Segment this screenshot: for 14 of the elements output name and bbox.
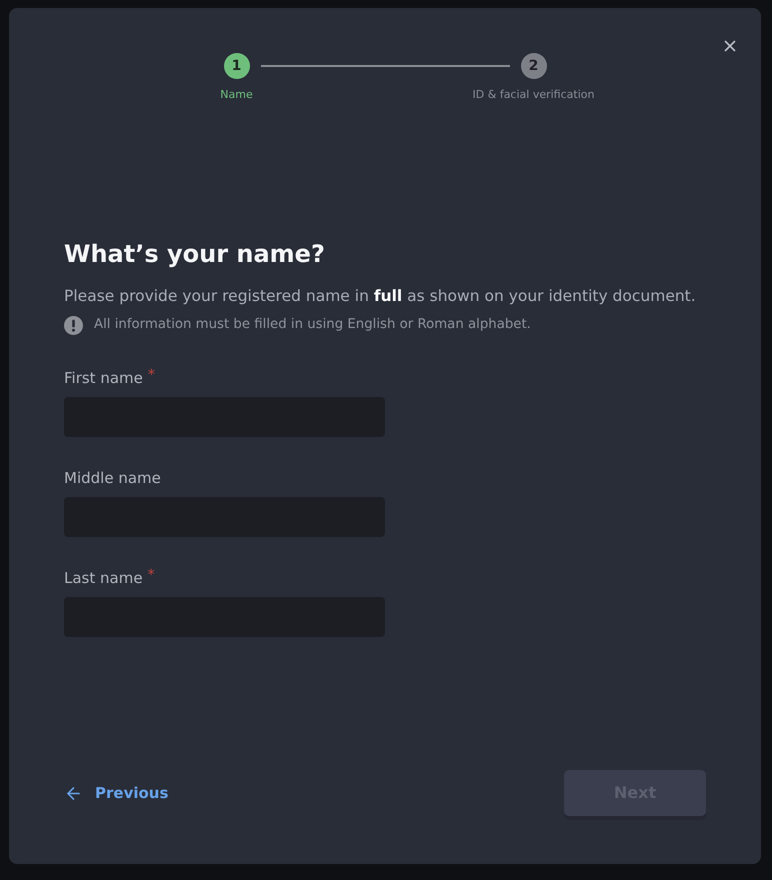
step-number: 2 (520, 53, 546, 79)
field-label: Last name (64, 568, 143, 588)
page-heading: What’s your name? (64, 239, 326, 270)
previous-link[interactable]: Previous (64, 782, 168, 804)
field-label: Middle name (64, 468, 161, 488)
required-mark: * (148, 568, 155, 582)
step-label: Name (220, 88, 253, 102)
step-label: ID & facial verification (472, 88, 594, 102)
step-number: 1 (224, 53, 250, 79)
exclamation-icon (64, 316, 83, 334)
field-label: First name (64, 368, 143, 388)
notice-text: All information must be filled in using English or Roman alphabet. (94, 316, 531, 334)
required-mark: * (148, 368, 155, 382)
description-text: Please provide your registered name in full as shown on your identity document. (64, 286, 697, 307)
